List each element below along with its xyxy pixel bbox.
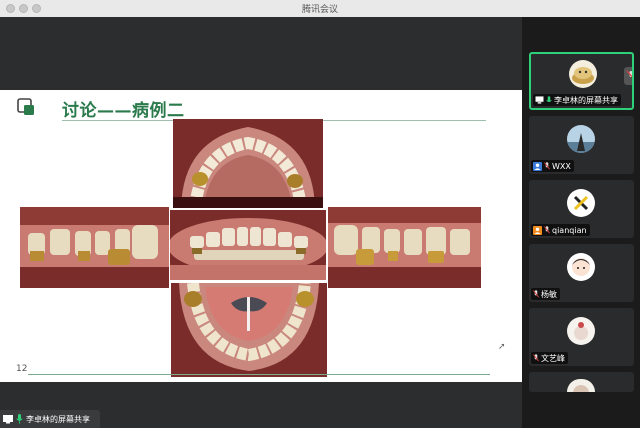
participants-panel: 李卓林的屏幕共享 WXX qianqian 杨敏 文艺峰 bbox=[522, 17, 640, 428]
participant-name-tag: WXX bbox=[531, 160, 574, 172]
participant-tile[interactable]: qianqian bbox=[529, 180, 634, 238]
lower-occlusal-photo bbox=[171, 283, 327, 377]
participant-tile[interactable]: 文艺峰 bbox=[529, 308, 634, 366]
footer-divider bbox=[28, 374, 490, 375]
avatar bbox=[567, 253, 595, 281]
participant-tile[interactable]: WXX bbox=[529, 116, 634, 174]
participant-name-tag: 杨敏 bbox=[531, 288, 560, 300]
participant-name-tag: 李卓林的屏幕共享 bbox=[533, 94, 621, 106]
avatar bbox=[567, 189, 595, 217]
slide-page-number: 12 bbox=[16, 364, 28, 374]
participant-name: 杨敏 bbox=[541, 289, 557, 299]
right-lateral-photo bbox=[20, 207, 169, 288]
slide-title: 讨论——病例二 bbox=[62, 101, 185, 121]
shared-screen-area: 讨论——病例二 12 ➚ bbox=[0, 17, 522, 428]
mic-muted-icon bbox=[544, 161, 550, 169]
left-lateral-photo bbox=[328, 207, 481, 288]
avatar bbox=[567, 317, 595, 345]
window-title: 腾讯会议 bbox=[301, 5, 338, 15]
screen-share-badge[interactable]: 李卓林的屏幕共享 bbox=[0, 410, 100, 428]
avatar bbox=[569, 60, 597, 88]
participant-name: qianqian bbox=[552, 225, 587, 235]
presentation-slide: 讨论——病例二 12 ➚ bbox=[0, 90, 522, 382]
participant-tile[interactable] bbox=[529, 372, 634, 392]
slide-logo-icon bbox=[17, 98, 34, 115]
participant-tile[interactable]: 李卓林的屏幕共享 bbox=[529, 52, 634, 110]
mic-on-icon bbox=[16, 414, 23, 424]
user-icon bbox=[533, 225, 542, 235]
upper-occlusal-photo bbox=[173, 119, 323, 208]
mic-muted-icon bbox=[626, 70, 632, 78]
participant-name: WXX bbox=[552, 161, 571, 171]
participant-tile[interactable]: 杨敏 bbox=[529, 244, 634, 302]
screen-share-icon bbox=[535, 96, 544, 104]
avatar bbox=[567, 379, 595, 392]
user-icon bbox=[533, 161, 542, 171]
avatar bbox=[567, 125, 595, 153]
mic-muted-icon bbox=[533, 289, 539, 297]
participant-name: 李卓林的屏幕共享 bbox=[554, 95, 618, 105]
mic-muted-icon bbox=[544, 225, 550, 233]
participant-name: 文艺峰 bbox=[541, 353, 565, 363]
more-options-button[interactable] bbox=[624, 67, 632, 85]
mouse-cursor-icon: ➚ bbox=[498, 342, 506, 352]
mic-on-icon bbox=[546, 95, 552, 102]
participant-name-tag: qianqian bbox=[531, 224, 590, 236]
mic-muted-icon bbox=[533, 353, 539, 361]
screen-share-icon bbox=[3, 414, 13, 423]
window-titlebar: 腾讯会议 bbox=[0, 0, 640, 18]
participant-name-tag: 文艺峰 bbox=[531, 352, 568, 364]
screen-share-label: 李卓林的屏幕共享 bbox=[26, 414, 90, 424]
frontal-photo bbox=[170, 210, 326, 280]
